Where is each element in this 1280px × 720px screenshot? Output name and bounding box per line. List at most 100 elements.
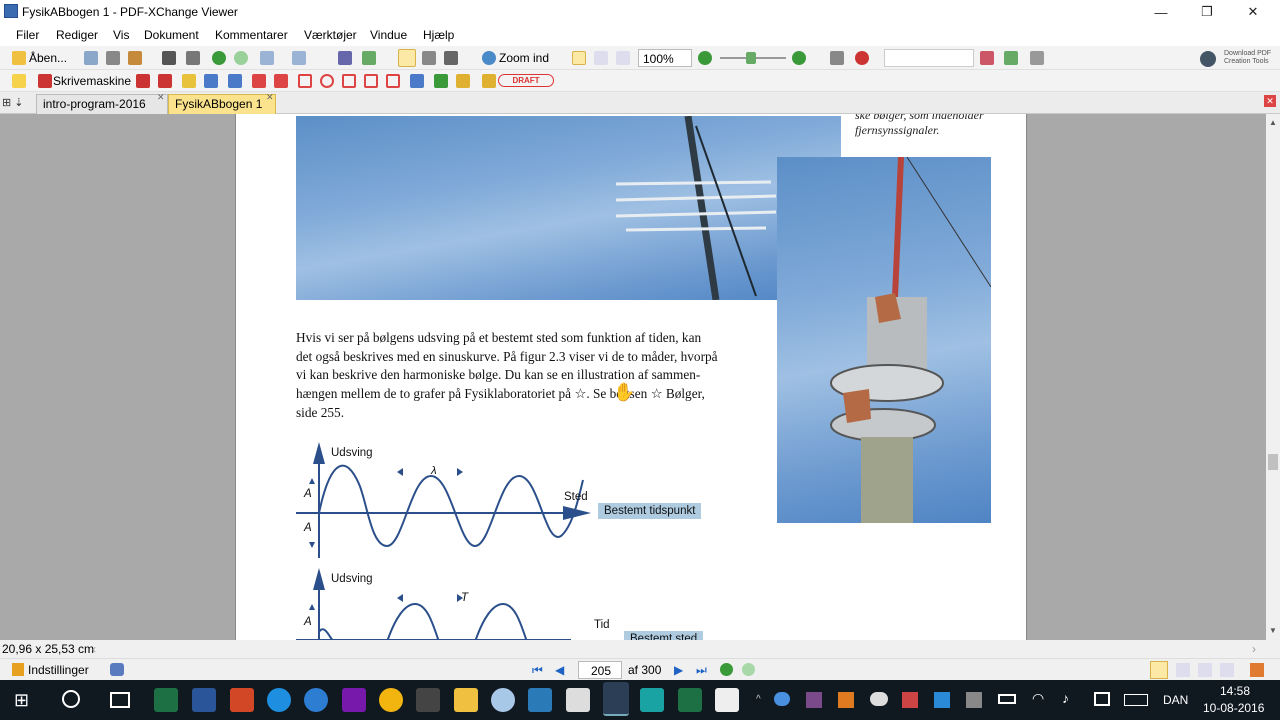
app-icon-teal[interactable] bbox=[640, 688, 664, 712]
chrome-icon[interactable] bbox=[379, 688, 403, 712]
file-explorer-icon[interactable] bbox=[454, 688, 478, 712]
highlight-icon[interactable] bbox=[182, 74, 196, 88]
arrow-icon[interactable] bbox=[252, 74, 266, 88]
oval-icon[interactable] bbox=[320, 74, 334, 88]
menu-kommentarer[interactable]: Kommentarer bbox=[215, 28, 288, 42]
menu-filer[interactable]: Filer bbox=[16, 28, 39, 42]
clock-date[interactable]: 10-08-2016 bbox=[1203, 701, 1264, 715]
tray-icon-5[interactable] bbox=[966, 692, 982, 708]
continuous-view-icon[interactable] bbox=[1176, 663, 1190, 677]
zoom-level-select[interactable]: 100% bbox=[638, 49, 692, 67]
menu-vaerktojer[interactable]: Værktøjer bbox=[304, 28, 357, 42]
app-icon[interactable] bbox=[4, 4, 18, 18]
draft-stamp-button[interactable]: DRAFT bbox=[498, 74, 554, 87]
tray-icon-1[interactable] bbox=[806, 692, 822, 708]
tab-close-icon[interactable]: ✕ bbox=[157, 92, 165, 103]
ocr-icon[interactable] bbox=[186, 51, 200, 65]
no-icon[interactable] bbox=[855, 51, 869, 65]
wifi-icon[interactable]: ◠ bbox=[1032, 690, 1044, 707]
eye-icon[interactable] bbox=[830, 51, 844, 65]
volume-icon[interactable]: ♪ bbox=[1062, 690, 1069, 706]
undo-icon[interactable] bbox=[260, 51, 274, 65]
first-page-icon[interactable]: ⏮ bbox=[532, 663, 543, 678]
strikeout-icon[interactable] bbox=[204, 74, 218, 88]
onenote-icon[interactable] bbox=[342, 688, 366, 712]
document-viewport[interactable]: ske bølger, som indeholder fjernsynssign… bbox=[0, 114, 1266, 640]
menu-vindue[interactable]: Vindue bbox=[370, 28, 407, 42]
excel2-icon[interactable] bbox=[678, 688, 702, 712]
tray-icon-4[interactable] bbox=[934, 692, 950, 708]
snapshot-icon[interactable] bbox=[422, 51, 436, 65]
stamp-icon[interactable] bbox=[482, 74, 496, 88]
back-icon[interactable] bbox=[212, 51, 226, 65]
network-icon[interactable] bbox=[304, 688, 328, 712]
store-icon[interactable] bbox=[416, 688, 440, 712]
fit-page-icon[interactable] bbox=[594, 51, 608, 65]
download-pdf-button[interactable]: Download PDF Creation Tools bbox=[1198, 49, 1278, 69]
highlight-tool-icon[interactable] bbox=[980, 51, 994, 65]
cloud-tray-icon[interactable] bbox=[870, 692, 888, 706]
clock-time[interactable]: 14:58 bbox=[1220, 684, 1250, 698]
find-icon[interactable] bbox=[1004, 51, 1018, 65]
nav-forward-icon[interactable] bbox=[742, 663, 755, 676]
zoom-in-icon[interactable] bbox=[482, 51, 496, 65]
cloud-icon[interactable] bbox=[386, 74, 400, 88]
prev-page-icon[interactable]: ◀ bbox=[555, 663, 564, 677]
note-icon[interactable] bbox=[12, 74, 26, 88]
settings-button[interactable]: Indstillinger bbox=[28, 663, 89, 677]
scroll-thumb[interactable] bbox=[1268, 454, 1278, 470]
close-button[interactable]: ✕ bbox=[1230, 0, 1276, 24]
notifications-icon[interactable] bbox=[1094, 692, 1110, 706]
nav-back-icon[interactable] bbox=[720, 663, 733, 676]
polyline-icon[interactable] bbox=[364, 74, 378, 88]
word-icon[interactable] bbox=[192, 688, 216, 712]
menu-hjaelp[interactable]: Hjælp bbox=[423, 28, 454, 42]
task-view-icon[interactable] bbox=[110, 692, 130, 708]
textbox-icon[interactable] bbox=[158, 74, 172, 88]
pin-icon[interactable] bbox=[410, 74, 424, 88]
powerpoint-icon[interactable] bbox=[230, 688, 254, 712]
forward-icon[interactable] bbox=[234, 51, 248, 65]
line-icon[interactable] bbox=[274, 74, 288, 88]
onedrive-tray-icon[interactable] bbox=[774, 692, 790, 706]
facing-view-icon[interactable] bbox=[1198, 663, 1212, 677]
battery-icon[interactable] bbox=[998, 694, 1016, 704]
save-icon[interactable] bbox=[84, 51, 98, 65]
refresh-icon[interactable] bbox=[362, 51, 376, 65]
app-icon-blue[interactable] bbox=[528, 688, 552, 712]
single-page-view-icon[interactable] bbox=[1150, 661, 1168, 679]
tab-fysikabbogen-1[interactable]: FysikABbogen 1 bbox=[168, 94, 276, 114]
zoom-out-icon[interactable] bbox=[698, 51, 712, 65]
zoom-slider-thumb[interactable] bbox=[746, 52, 756, 64]
polygon-icon[interactable] bbox=[342, 74, 356, 88]
eraser-icon[interactable] bbox=[456, 74, 470, 88]
search-icon[interactable] bbox=[62, 690, 80, 708]
fit-width-icon[interactable] bbox=[616, 51, 630, 65]
options-icon[interactable] bbox=[1030, 51, 1044, 65]
actual-size-icon[interactable] bbox=[572, 51, 586, 65]
close-document-icon[interactable]: ✕ bbox=[1264, 95, 1276, 107]
photos-icon[interactable] bbox=[715, 688, 739, 712]
vertical-scrollbar[interactable]: ▲ ▼ bbox=[1266, 114, 1280, 640]
tray-icon-2[interactable] bbox=[838, 692, 854, 708]
pdf-xchange-taskbar-icon[interactable] bbox=[603, 682, 629, 716]
settings-icon[interactable] bbox=[12, 663, 24, 676]
hand-tool-icon[interactable] bbox=[398, 49, 416, 67]
restore-button[interactable]: ❐ bbox=[1184, 0, 1230, 24]
menu-vis[interactable]: Vis bbox=[113, 28, 129, 42]
rotate-icon[interactable] bbox=[338, 51, 352, 65]
underline-icon[interactable] bbox=[228, 74, 242, 88]
tray-icon-3[interactable] bbox=[902, 692, 918, 708]
pencil-icon[interactable] bbox=[434, 74, 448, 88]
calculator-icon[interactable] bbox=[566, 688, 590, 712]
open-folder-icon[interactable] bbox=[12, 51, 26, 65]
select-text-icon[interactable] bbox=[444, 51, 458, 65]
language-indicator[interactable]: DAN bbox=[1163, 693, 1188, 707]
rectangle-icon[interactable] bbox=[298, 74, 312, 88]
minimize-button[interactable]: — bbox=[1138, 0, 1184, 24]
scroll-down-icon[interactable]: ▼ bbox=[1269, 626, 1277, 635]
email-icon[interactable] bbox=[128, 51, 142, 65]
redo-icon[interactable] bbox=[292, 51, 306, 65]
start-icon[interactable]: ⊞ bbox=[14, 690, 34, 710]
hscroll-left-icon[interactable]: ‹ bbox=[92, 642, 96, 656]
